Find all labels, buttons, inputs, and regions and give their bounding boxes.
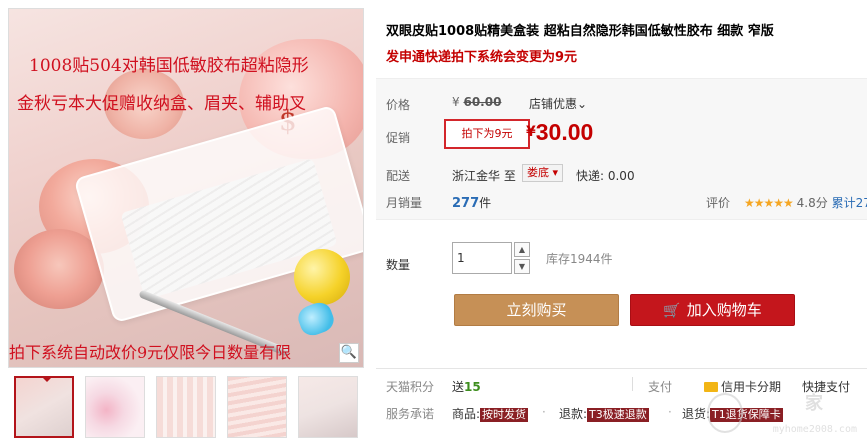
product-subtitle: 发申通快递拍下系统会变更为9元 — [386, 50, 578, 65]
points-number: 15 — [464, 380, 481, 394]
buy-now-button[interactable]: 立刻购买 — [454, 294, 619, 326]
service-on-time-delivery[interactable]: 商品: 按时发货 — [452, 405, 529, 422]
monthly-sales: 277件 — [452, 194, 491, 211]
rating-label: 评价 — [706, 196, 731, 210]
star-rating-icon: ★★★★★ — [744, 196, 794, 210]
image-overlay-text: 金秋亏本大促赠收纳盒、眉夹、辅助叉 — [17, 94, 306, 114]
quantity-increment-button[interactable]: ▲ — [514, 242, 530, 257]
add-to-cart-button[interactable]: 🛒 加入购物车 — [630, 294, 795, 326]
ship-origin: 浙江金华 — [452, 169, 501, 183]
thumbnail-1[interactable] — [14, 376, 74, 438]
add-to-cart-label: 加入购物车 — [686, 301, 762, 319]
service-badge: 按时发货 — [480, 408, 529, 422]
active-indicator — [42, 378, 52, 382]
payment-label: 支付 — [648, 380, 673, 394]
sales-count: 277 — [452, 196, 480, 211]
divider — [632, 377, 633, 391]
shipping-fee: 快递: 0.00 — [576, 169, 635, 183]
destination-select[interactable]: 娄底 ▾ — [522, 164, 564, 182]
price-label: 价格 — [386, 98, 411, 112]
promotion-label: 促销 — [386, 131, 411, 145]
shipping-label: 配送 — [386, 169, 411, 183]
product-title: 双眼皮贴1008贴精美盒装 超粘自然隐形韩国低敏性胶布 细款 窄版 — [386, 24, 774, 39]
review-count-link[interactable]: 累计2732条 — [832, 196, 867, 210]
thumbnail-3[interactable] — [156, 376, 216, 438]
sales-unit: 件 — [479, 196, 492, 210]
watermark-url: myhome2008.com — [772, 424, 857, 435]
service-badge: T3极速退款 — [587, 408, 649, 422]
original-price: ¥ 60.00 — [452, 95, 501, 109]
ship-to-word: 至 — [503, 169, 516, 183]
cart-icon: 🛒 — [663, 303, 681, 319]
chevron-down-icon: ▾ — [552, 166, 559, 179]
product-page: $ 1008贴504对韩国低敏胶布超粘隐形 金秋亏本大促赠收纳盒、眉夹、辅助叉 … — [0, 0, 867, 443]
yellow-ball-decor — [294, 249, 350, 305]
original-price-value: 60.00 — [463, 95, 502, 109]
magnifier-icon[interactable]: 🔍 — [339, 343, 359, 363]
shop-discount-dropdown[interactable]: 店铺优惠⌄ — [529, 95, 587, 112]
main-product-image[interactable]: $ 1008贴504对韩国低敏胶布超粘隐形 金秋亏本大促赠收纳盒、眉夹、辅助叉 … — [8, 8, 364, 368]
currency-symbol: ¥ — [526, 124, 536, 140]
price-panel: 价格 ¥ 60.00 店铺优惠⌄ 促销 拍下为9元 ¥30.00 配送 浙江金华… — [376, 78, 867, 220]
promotion-price: ¥30.00 — [526, 119, 593, 146]
shop-discount-label: 店铺优惠 — [529, 97, 578, 111]
quantity-input[interactable]: 1 — [452, 242, 512, 274]
service-prefix: 退款: — [559, 407, 588, 421]
site-watermark: 家 myhome2008.com — [701, 375, 861, 437]
quantity-decrement-button[interactable]: ▼ — [514, 259, 530, 274]
quantity-label: 数量 — [386, 258, 411, 272]
watermark-logo-icon — [707, 393, 743, 433]
thumbnail-4[interactable] — [227, 376, 287, 438]
image-overlay-text: 拍下系统自动改价9元仅限今日数量有限 — [9, 343, 292, 362]
service-fast-refund[interactable]: 退款: T3极速退款 — [559, 405, 649, 422]
points-prefix: 送 — [452, 380, 465, 394]
destination-value: 娄底 — [527, 166, 549, 179]
sales-label: 月销量 — [386, 196, 423, 210]
watermark-text: 家 — [805, 393, 823, 414]
rating-score: 4.8分 — [796, 196, 828, 210]
rating-summary: 评价 ★★★★★ 4.8分 累计2732条 — [706, 194, 867, 211]
image-overlay-text: 1008贴504对韩国低敏胶布超粘隐形 — [29, 56, 309, 76]
services-label: 服务承诺 — [386, 407, 435, 421]
points-label: 天猫积分 — [386, 380, 435, 394]
points-value: 送15 — [452, 378, 481, 395]
separator-dot: · — [668, 405, 672, 419]
currency-symbol: ¥ — [452, 95, 460, 109]
ship-from: 浙江金华 至 — [452, 167, 516, 184]
promotion-price-value: 30.00 — [535, 119, 594, 145]
thumbnail-5[interactable] — [298, 376, 358, 438]
service-prefix: 商品: — [452, 407, 481, 421]
promotion-tag: 拍下为9元 — [444, 119, 530, 149]
thumbnail-2[interactable] — [85, 376, 145, 438]
chevron-down-icon: ⌄ — [577, 97, 588, 111]
blue-clip — [294, 299, 338, 339]
thumbnail-strip — [8, 376, 364, 440]
stock-count: 库存1944件 — [546, 252, 613, 266]
separator-dot: · — [542, 405, 546, 419]
divider — [376, 368, 867, 369]
